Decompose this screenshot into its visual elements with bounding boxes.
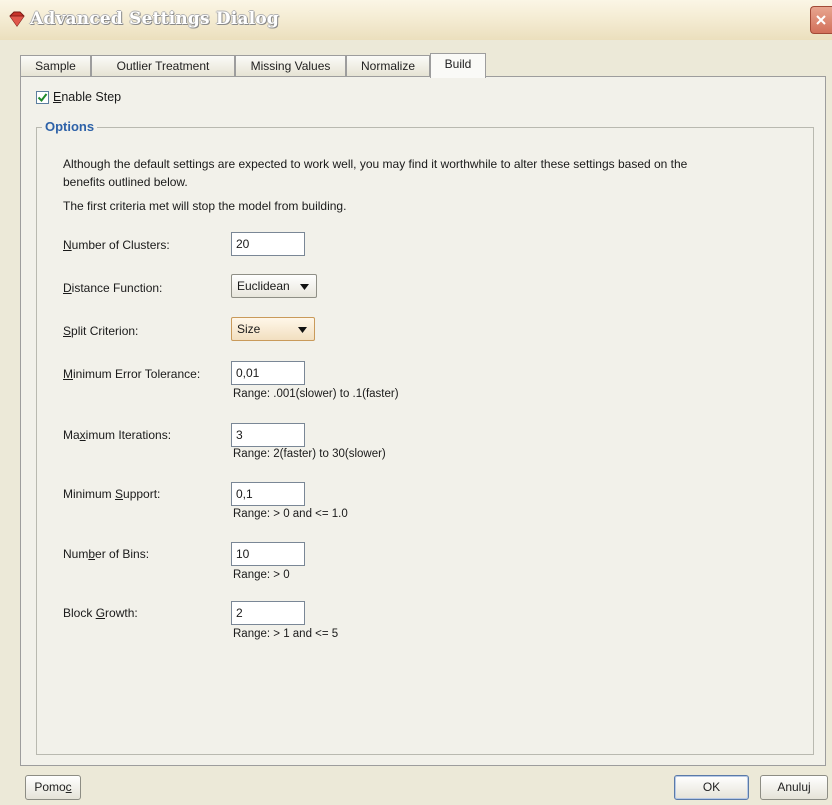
enable-step-label[interactable]: Enable Step: [53, 90, 121, 104]
min-error-tolerance-input[interactable]: 0,01: [231, 361, 305, 385]
min-error-tolerance-range: Range: .001(slower) to .1(faster): [233, 388, 399, 400]
help-button[interactable]: Pomoc: [25, 775, 81, 800]
title-bar: Advanced Settings Dialog: [0, 0, 832, 40]
close-button[interactable]: [810, 6, 832, 34]
min-support-range: Range: > 0 and <= 1.0: [233, 508, 348, 520]
min-support-label: Minimum Support:: [63, 487, 161, 501]
block-growth-range: Range: > 1 and <= 5: [233, 628, 339, 640]
num-bins-input[interactable]: 10: [231, 542, 305, 566]
description-line-1: Although the default settings are expect…: [63, 157, 688, 171]
tab-build[interactable]: Build: [430, 53, 486, 78]
tab-outlier-treatment[interactable]: Outlier Treatment: [91, 55, 235, 77]
split-criterion-select[interactable]: Size: [231, 317, 315, 341]
num-bins-range: Range: > 0: [233, 569, 290, 581]
tab-normalize[interactable]: Normalize: [346, 55, 430, 77]
ok-button[interactable]: OK: [674, 775, 749, 800]
close-icon: [816, 15, 826, 25]
distance-function-label: Distance Function:: [63, 281, 163, 295]
window-title: Advanced Settings Dialog: [30, 9, 279, 29]
min-error-tolerance-label: Minimum Error Tolerance:: [63, 367, 201, 381]
chevron-down-icon: [298, 327, 307, 333]
diamond-app-icon: [8, 11, 26, 27]
options-legend: Options: [42, 119, 98, 134]
num-clusters-label: Number of Clusters:: [63, 238, 170, 252]
num-clusters-input[interactable]: 20: [231, 232, 305, 256]
block-growth-input[interactable]: 2: [231, 601, 305, 625]
cancel-button[interactable]: Anuluj: [760, 775, 828, 800]
tab-missing-values[interactable]: Missing Values: [235, 55, 346, 77]
split-criterion-label: Split Criterion:: [63, 324, 139, 338]
description-line-2: benefits outlined below.: [63, 175, 188, 189]
chevron-down-icon: [300, 284, 309, 290]
num-bins-label: Number of Bins:: [63, 547, 150, 561]
distance-function-select[interactable]: Euclidean: [231, 274, 317, 298]
min-support-input[interactable]: 0,1: [231, 482, 305, 506]
tab-sample[interactable]: Sample: [20, 55, 91, 77]
enable-step-checkbox[interactable]: [36, 91, 49, 104]
max-iterations-range: Range: 2(faster) to 30(slower): [233, 448, 386, 460]
max-iterations-input[interactable]: 3: [231, 423, 305, 447]
max-iterations-label: Maximum Iterations:: [63, 428, 172, 442]
criteria-note: The first criteria met will stop the mod…: [63, 199, 347, 213]
block-growth-label: Block Growth:: [63, 606, 138, 620]
checkmark-icon: [37, 93, 48, 103]
